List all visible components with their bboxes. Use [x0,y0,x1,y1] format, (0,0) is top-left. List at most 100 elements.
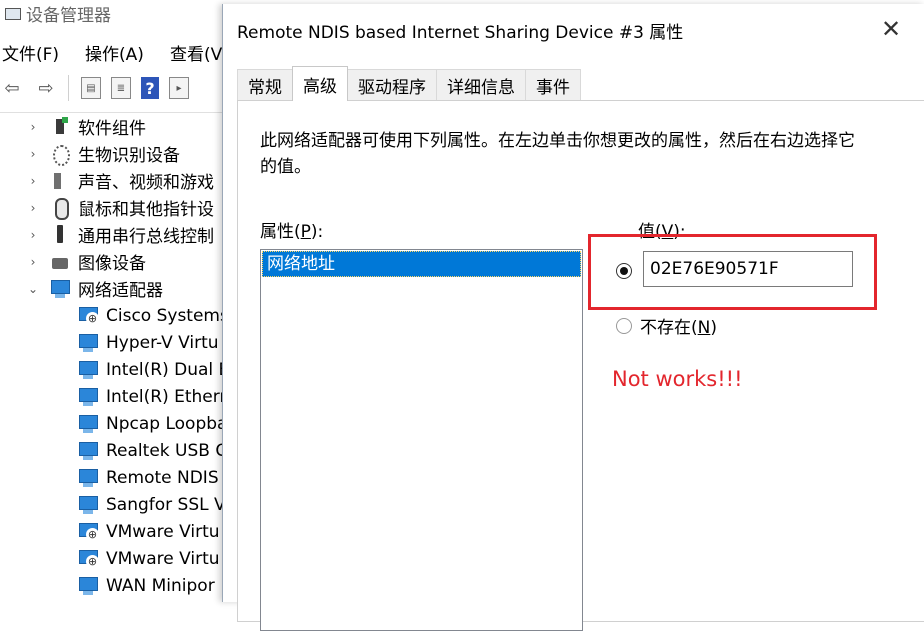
tab-details[interactable]: 详细信息 [436,69,526,101]
device-manager-titlebar: 设备管理器 [0,0,230,26]
adapter-item[interactable]: VMware Virtu [0,518,224,545]
not-present-radio[interactable] [616,318,632,334]
help-icon[interactable]: ? [141,77,159,99]
tree-item-mice[interactable]: › 鼠标和其他指针设 [0,194,224,221]
tab-general[interactable]: 常规 [237,69,293,101]
adapter-label: Sangfor SSL V [106,494,224,515]
adapter-item[interactable]: Remote NDIS [0,464,224,491]
tree-item-label: 软件组件 [78,119,146,139]
network-adapter-icon [78,387,98,407]
tab-driver[interactable]: 驱动程序 [347,69,437,101]
adapter-label: Remote NDIS [106,467,219,488]
adapter-label: VMware Virtu [106,548,220,569]
property-label-suffix: ): [310,222,324,242]
properties-view-icon[interactable]: ▤ [81,77,101,99]
toolbar-separator [68,75,69,101]
property-list[interactable]: 网络地址 [260,249,583,631]
network-adapter-icon [78,360,98,380]
list-view-icon[interactable]: ≣ [111,77,131,99]
tab-events[interactable]: 事件 [525,69,581,101]
fingerprint-icon [50,144,70,166]
chevron-right-icon[interactable]: › [26,255,40,269]
not-present-key: N [697,318,711,338]
device-manager-title: 设备管理器 [26,5,111,26]
menu-view[interactable]: 查看(V) [168,40,229,65]
adapter-label: WAN Minipor [106,575,215,596]
network-adapter-icon [78,576,98,596]
adapter-item[interactable]: Intel(R) Etherr [0,383,224,410]
adapter-label: Cisco Systems [106,305,224,326]
chevron-right-icon[interactable]: › [26,174,40,188]
speaker-icon [50,171,70,191]
not-present-suffix: ) [710,318,717,338]
network-adapter-icon [78,414,98,434]
tree-item-label: 网络适配器 [78,281,163,301]
menu-action[interactable]: 操作(A) [83,40,144,65]
chip-icon [50,116,70,137]
adapter-item[interactable]: Sangfor SSL V [0,491,224,518]
close-icon[interactable]: ✕ [879,17,903,41]
disabled-network-adapter-icon [78,522,99,542]
chevron-right-icon[interactable]: › [26,147,40,161]
tree-item-label: 通用串行总线控制 [78,227,214,247]
chevron-right-icon[interactable]: › [26,120,40,134]
properties-dialog: Remote NDIS based Internet Sharing Devic… [222,4,924,631]
back-arrow-icon[interactable]: ⇦ [0,76,24,100]
adapter-item[interactable]: Hyper-V Virtu [0,329,224,356]
network-adapter-icon [78,468,98,488]
tree-item-usb[interactable]: › 通用串行总线控制 [0,221,224,248]
tree-item-label: 声音、视频和游戏 [78,173,214,193]
adapter-item[interactable]: VMware Virtu [0,545,224,572]
advanced-description: 此网络适配器可使用下列属性。在左边单击你想更改的属性，然后在右边选择它的值。 [260,131,855,177]
adapter-item[interactable]: Realtek USB G [0,437,224,464]
network-adapter-icon [78,441,98,461]
adapter-item[interactable]: Npcap Loopba [0,410,224,437]
adapter-label: Hyper-V Virtu [106,332,219,353]
disabled-network-adapter-icon [78,306,99,326]
forward-arrow-icon[interactable]: ⇨ [34,76,58,100]
mouse-icon [50,197,70,220]
usb-icon [50,224,70,245]
adapter-item[interactable]: Intel(R) Dual E [0,356,224,383]
tab-advanced[interactable]: 高级 [292,66,348,101]
network-adapter-icon [50,279,70,299]
adapter-label: Intel(R) Dual E [106,359,224,380]
advanced-panel: 此网络适配器可使用下列属性。在左边单击你想更改的属性，然后在右边选择它的值。 属… [237,100,924,631]
device-tree: › 软件组件 › 生物识别设备 › 声音、视频和游戏 › 鼠标和其他指针设 › … [0,112,224,599]
not-present-label[interactable]: 不存在(N) [640,313,717,338]
not-present-prefix: 不存在( [640,318,698,338]
annotation-text: Not works!!! [612,367,743,391]
adapter-item[interactable]: WAN Minipor [0,572,224,599]
adapter-label: Intel(R) Etherr [106,386,224,407]
disabled-network-adapter-icon [78,549,99,569]
property-label-key: P [300,222,311,242]
chevron-right-icon[interactable]: › [26,228,40,242]
menu-file[interactable]: 文件(F) [0,40,59,65]
property-item-network-address[interactable]: 网络地址 [262,251,581,277]
menu-bar: 文件(F) 操作(A) 查看(V) [0,38,253,66]
dialog-title: Remote NDIS based Internet Sharing Devic… [237,23,684,43]
toolbar: ⇦ ⇨ ▤ ≣ ? ▸ [0,72,224,104]
chevron-right-icon[interactable]: › [26,201,40,215]
run-icon[interactable]: ▸ [169,77,189,99]
tree-item-label: 图像设备 [78,254,146,274]
camera-icon [50,252,70,272]
red-highlight-box [588,234,877,310]
tree-item-network-adapters[interactable]: ⌄ 网络适配器 [0,275,224,302]
tree-item-label: 鼠标和其他指针设 [78,200,214,220]
tab-bar: 常规 高级 驱动程序 详细信息 事件 [237,66,581,101]
tree-item-biometric[interactable]: › 生物识别设备 [0,140,224,167]
adapter-item[interactable]: Cisco Systems [0,302,224,329]
adapter-label: VMware Virtu [106,521,220,542]
network-adapter-icon [78,333,98,353]
device-manager-icon [4,5,21,21]
tree-item-label: 生物识别设备 [78,146,180,166]
adapter-label: Realtek USB G [106,440,224,461]
network-adapter-icon [78,495,98,515]
tree-item-software-components[interactable]: › 软件组件 [0,113,224,140]
tree-item-audio[interactable]: › 声音、视频和游戏 [0,167,224,194]
tree-item-imaging[interactable]: › 图像设备 [0,248,224,275]
property-label-prefix: 属性( [260,222,301,242]
chevron-down-icon[interactable]: ⌄ [26,282,40,296]
property-label: 属性(P): [260,217,323,242]
